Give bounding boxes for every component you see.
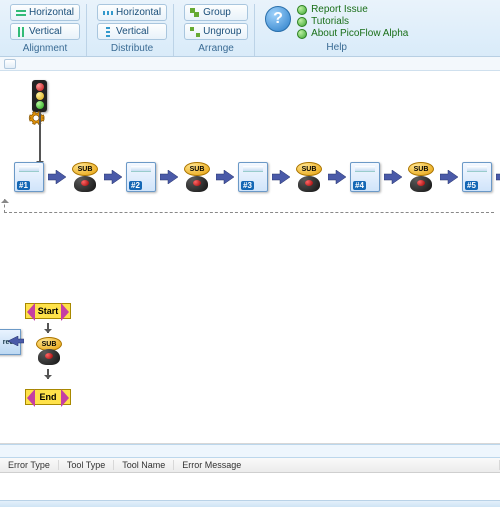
distribute-vertical-icon xyxy=(103,27,113,37)
sub-badge: SUB xyxy=(72,162,98,176)
subflow-start-node[interactable]: Start xyxy=(25,303,71,319)
grid-col-header[interactable]: Tool Name xyxy=(114,460,174,470)
doc-node-4[interactable]: #4 xyxy=(350,162,380,192)
flow-arrow xyxy=(268,170,294,184)
connector xyxy=(47,369,49,379)
group-label-text: Group xyxy=(203,7,231,18)
subflow-start-label: Start xyxy=(38,306,59,316)
sub-badge: SUB xyxy=(408,162,434,176)
grid-header-row: Error TypeTool TypeTool NameError Messag… xyxy=(0,458,500,473)
distribute-vertical-label: Vertical xyxy=(116,26,149,37)
distribute-horizontal-button[interactable]: Horizontal xyxy=(97,4,167,21)
subflow-end-node[interactable]: End xyxy=(25,389,71,405)
ribbon: Horizontal Vertical Alignment Horizontal… xyxy=(0,0,500,57)
side-connector xyxy=(22,340,24,342)
quick-toolbar xyxy=(0,57,500,71)
distribute-horizontal-label: Horizontal xyxy=(116,7,161,18)
flow-arrow xyxy=(100,170,126,184)
doc-node-badge: #2 xyxy=(129,181,142,190)
status-bar xyxy=(0,500,500,507)
subflow: rec Start SUB End xyxy=(25,303,71,405)
ungroup-label-text: Ungroup xyxy=(203,26,241,37)
flow-arrow xyxy=(44,170,70,184)
doc-node-5[interactable]: #5 xyxy=(462,162,492,192)
align-horizontal-button[interactable]: Horizontal xyxy=(10,4,80,21)
sub-node-4[interactable]: SUB xyxy=(406,162,436,192)
group-button[interactable]: Group xyxy=(184,4,248,21)
sub-badge: SUB xyxy=(296,162,322,176)
robot-icon xyxy=(298,176,320,192)
group-label-alignment: Alignment xyxy=(23,43,67,54)
group-label-arrange: Arrange xyxy=(198,43,234,54)
help-report-label: Report Issue xyxy=(311,4,368,15)
flow-canvas[interactable]: #1 SUB #2 SUB #3 SUB #4 SUB #5 SUB rec Start SUB … xyxy=(0,71,500,444)
group-label-distribute: Distribute xyxy=(111,43,153,54)
flow-arrow xyxy=(492,170,500,184)
connector xyxy=(47,323,49,333)
doc-node-badge: #4 xyxy=(353,181,366,190)
robot-icon xyxy=(410,176,432,192)
ribbon-group-help: ? Report Issue Tutorials About PicoFlow … xyxy=(259,4,414,55)
ungroup-button[interactable]: Ungroup xyxy=(184,23,248,40)
ribbon-group-alignment: Horizontal Vertical Alignment xyxy=(4,4,87,56)
align-vertical-label: Vertical xyxy=(29,26,62,37)
distribute-vertical-button[interactable]: Vertical xyxy=(97,23,167,40)
error-grid: Error TypeTool TypeTool NameError Messag… xyxy=(0,458,500,500)
flow-arrow xyxy=(212,170,238,184)
doc-node-badge: #5 xyxy=(465,181,478,190)
sub-node-3[interactable]: SUB xyxy=(294,162,324,192)
flow-arrow xyxy=(380,170,406,184)
align-horizontal-label: Horizontal xyxy=(29,7,74,18)
ribbon-group-arrange: Group Ungroup Arrange xyxy=(178,4,255,56)
ungroup-icon xyxy=(190,27,200,37)
help-tutorials-link[interactable]: Tutorials xyxy=(297,16,408,27)
align-vertical-icon xyxy=(16,27,26,37)
group-label-help: Help xyxy=(326,42,347,53)
flow-arrow xyxy=(436,170,462,184)
bullet-icon xyxy=(297,5,307,15)
doc-node-badge: #1 xyxy=(17,181,30,190)
grid-col-header[interactable]: Error Type xyxy=(0,460,59,470)
flow-arrow xyxy=(156,170,182,184)
help-icon[interactable]: ? xyxy=(265,6,291,32)
traffic-light-icon xyxy=(32,80,47,112)
help-report-link[interactable]: Report Issue xyxy=(297,4,408,15)
bullet-icon xyxy=(297,29,307,39)
sub-node-2[interactable]: SUB xyxy=(182,162,212,192)
doc-node-badge: #3 xyxy=(241,181,254,190)
help-about-link[interactable]: About PicoFlow Alpha xyxy=(297,28,408,39)
sub-badge: SUB xyxy=(184,162,210,176)
flow-arrow xyxy=(324,170,350,184)
doc-node-3[interactable]: #3 xyxy=(238,162,268,192)
robot-icon xyxy=(38,349,60,365)
horizontal-scrollbar[interactable] xyxy=(0,444,500,458)
robot-icon xyxy=(74,176,96,192)
help-tutorials-label: Tutorials xyxy=(311,16,349,27)
settings-gear-icon[interactable] xyxy=(27,109,45,127)
align-horizontal-icon xyxy=(16,8,26,18)
toolbar-button[interactable] xyxy=(4,59,16,69)
group-icon xyxy=(190,8,200,18)
robot-icon xyxy=(186,176,208,192)
start-trigger-node[interactable] xyxy=(32,80,47,112)
loop-back-connector xyxy=(4,199,494,213)
main-flow-row: #1SUB#2SUB#3SUB#4SUB#5SUB xyxy=(0,159,500,195)
help-about-label: About PicoFlow Alpha xyxy=(311,28,408,39)
align-vertical-button[interactable]: Vertical xyxy=(10,23,80,40)
bullet-icon xyxy=(297,17,307,27)
grid-col-header[interactable]: Error Message xyxy=(174,460,500,470)
grid-col-header[interactable]: Tool Type xyxy=(59,460,114,470)
ribbon-group-distribute: Horizontal Vertical Distribute xyxy=(91,4,174,56)
subflow-end-label: End xyxy=(40,392,57,402)
subflow-sub-node[interactable]: SUB xyxy=(34,337,62,365)
doc-node-1[interactable]: #1 xyxy=(14,162,44,192)
doc-node-2[interactable]: #2 xyxy=(126,162,156,192)
sub-node-1[interactable]: SUB xyxy=(70,162,100,192)
distribute-horizontal-icon xyxy=(103,8,113,18)
